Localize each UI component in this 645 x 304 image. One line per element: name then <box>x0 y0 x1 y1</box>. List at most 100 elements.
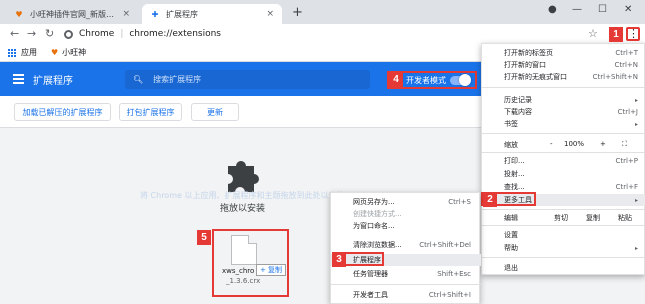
menu-label: 书签 <box>504 120 518 128</box>
menu-shortcut: Ctrl+Shift+Del <box>419 241 471 249</box>
submenu-arrow-icon: ▸ <box>634 120 638 128</box>
update-button[interactable]: 更新 <box>191 103 239 121</box>
menu-label: 网页另存为... <box>353 198 395 206</box>
close-tab-icon[interactable]: × <box>122 9 130 19</box>
menu-shortcut: Ctrl+S <box>448 198 471 206</box>
menu-item-bookmarks[interactable]: 书签 ▸ <box>482 118 645 130</box>
crx-file-name-suffix: _1.3.6.crx <box>226 277 261 285</box>
menu-label: 查找... <box>504 183 525 191</box>
menu-label: 下载内容 <box>504 108 532 116</box>
menu-label: 打印... <box>504 157 525 165</box>
crx-file-icon[interactable] <box>231 235 257 265</box>
menu-shortcut: Ctrl+J <box>617 108 638 116</box>
site-label: Chrome <box>79 29 115 39</box>
bookmark-apps[interactable]: 应用 <box>8 47 37 58</box>
forward-icon[interactable]: → <box>27 27 36 40</box>
extensions-item-highlight <box>344 252 384 266</box>
step-badge-5: 5 <box>197 230 211 245</box>
pack-extension-button[interactable]: 打包扩展程序 <box>119 103 182 121</box>
menu-label: 投射... <box>504 170 525 178</box>
menu-item-print[interactable]: 打印... Ctrl+P <box>482 155 645 167</box>
separator: | <box>120 29 124 39</box>
omnibox[interactable]: Chrome | chrome://extensions <box>64 26 584 42</box>
url-text: chrome://extensions <box>129 29 221 39</box>
hamburger-menu-icon[interactable] <box>13 74 24 86</box>
search-icon: 🔍︎ <box>133 75 144 84</box>
bookmark-label: 小旺神 <box>62 48 87 57</box>
menu-item-incognito[interactable]: 打开新的无痕式窗口 Ctrl+Shift+N <box>482 71 645 83</box>
menu-label: 创建快捷方式... <box>353 210 402 218</box>
menu-shortcut: Shift+Esc <box>437 270 471 278</box>
bookmark-label: 应用 <box>21 48 37 57</box>
menu-label: 帮助 <box>504 244 518 252</box>
menu-divider <box>331 284 481 285</box>
load-unpacked-button[interactable]: 加载已解压的扩展程序 <box>14 103 111 121</box>
menu-item-history[interactable]: 历史记录 ▸ <box>482 94 645 106</box>
step-badge-2: 2 <box>483 192 497 207</box>
tab-strip: ♥ 小旺神插件官网_新版全登参谋拓... × ✚ 扩展程序 × + ● — ☐ … <box>0 0 645 24</box>
close-window-icon[interactable]: ✕ <box>624 4 632 15</box>
chrome-menu: 打开新的标签页 Ctrl+T 打开新的窗口 Ctrl+N 打开新的无痕式窗口 Ctrl… <box>481 43 645 275</box>
close-tab-icon[interactable]: × <box>266 9 274 19</box>
apps-grid-icon <box>8 48 16 57</box>
zoom-row: 缩放 - 100% + ⛶ <box>482 138 645 152</box>
tab-xiaowangshen[interactable]: ♥ 小旺神插件官网_新版全登参谋拓... × <box>6 4 138 24</box>
zoom-out-button[interactable]: - <box>550 140 553 148</box>
menu-item-downloads[interactable]: 下载内容 Ctrl+J <box>482 106 645 118</box>
edit-label: 编辑 <box>504 214 518 222</box>
search-extensions-input[interactable]: 🔍︎ 搜索扩展程序 <box>125 70 370 89</box>
menu-item-new-window[interactable]: 打开新的窗口 Ctrl+N <box>482 59 645 71</box>
menu-divider <box>482 152 645 153</box>
zoom-in-button[interactable]: + <box>600 140 606 148</box>
menu-item-settings[interactable]: 设置 <box>482 229 645 241</box>
developer-mode-label: 开发者模式 <box>406 75 446 85</box>
submenu-item-name-window[interactable]: 为窗口命名... <box>331 220 481 232</box>
menu-shortcut: Ctrl+Shift+I <box>428 291 471 299</box>
more-tools-submenu: 网页另存为... Ctrl+S 创建快捷方式... 为窗口命名... 清除浏览数据… <box>330 192 481 304</box>
copy-button[interactable]: 复制 <box>586 213 600 223</box>
zoom-value: 100% <box>564 140 585 148</box>
step-badge-3: 3 <box>332 252 346 267</box>
tab-extensions[interactable]: ✚ 扩展程序 × <box>142 4 282 24</box>
submenu-item-create-shortcut[interactable]: 创建快捷方式... <box>331 208 481 220</box>
drop-to-install-text: 拖放以安装 <box>220 204 266 214</box>
back-icon[interactable]: ← <box>10 27 19 40</box>
copy-tooltip: + 复制 <box>256 264 286 276</box>
chrome-menu-button[interactable]: ⋮ <box>626 27 640 41</box>
menu-item-new-tab[interactable]: 打开新的标签页 Ctrl+T <box>482 47 645 59</box>
profile-icon[interactable]: ● <box>548 4 557 15</box>
bookmark-star-icon[interactable]: ☆ <box>588 27 598 40</box>
paste-button[interactable]: 粘贴 <box>618 213 632 223</box>
submenu-item-dev-tools[interactable]: 开发者工具 Ctrl+Shift+I <box>331 289 481 301</box>
step-badge-1: 1 <box>609 27 623 42</box>
submenu-arrow-icon: ▸ <box>634 96 638 104</box>
menu-item-exit[interactable]: 退出 <box>482 262 645 274</box>
menu-shortcut: Ctrl+P <box>615 157 638 165</box>
menu-label: 历史记录 <box>504 96 532 104</box>
reload-icon[interactable]: ↻ <box>45 27 54 40</box>
menu-divider <box>482 133 645 134</box>
new-tab-icon[interactable]: + <box>292 5 303 20</box>
bookmark-xiaowangshen[interactable]: ♥ 小旺神 <box>51 47 86 58</box>
submenu-item-task-manager[interactable]: 任务管理器 Shift+Esc <box>331 268 481 280</box>
menu-label: 任务管理器 <box>353 270 388 278</box>
cut-button[interactable]: 剪切 <box>554 213 568 223</box>
menu-shortcut: Ctrl+N <box>614 61 638 69</box>
step-badge-4: 4 <box>389 72 403 87</box>
menu-item-cast[interactable]: 投射... <box>482 168 645 180</box>
menu-divider <box>482 225 645 226</box>
toggle-switch[interactable] <box>450 74 471 86</box>
fullscreen-icon[interactable]: ⛶ <box>622 140 627 149</box>
minimize-icon[interactable]: — <box>572 4 582 15</box>
submenu-item-save-page[interactable]: 网页另存为... Ctrl+S <box>331 196 481 208</box>
menu-label: 打开新的标签页 <box>504 49 553 57</box>
puzzle-piece-icon <box>228 161 259 192</box>
menu-item-help[interactable]: 帮助 ▸ <box>482 242 645 254</box>
submenu-item-clear-data[interactable]: 清除浏览数据... Ctrl+Shift+Del <box>331 239 481 251</box>
chrome-icon <box>64 29 73 39</box>
page-title: 扩展程序 <box>33 76 73 87</box>
address-toolbar: ← → ↻ Chrome | chrome://extensions ☆ <box>0 24 645 44</box>
submenu-arrow-icon: ▸ <box>634 196 638 204</box>
menu-divider <box>482 209 645 210</box>
maximize-icon[interactable]: ☐ <box>598 4 607 15</box>
